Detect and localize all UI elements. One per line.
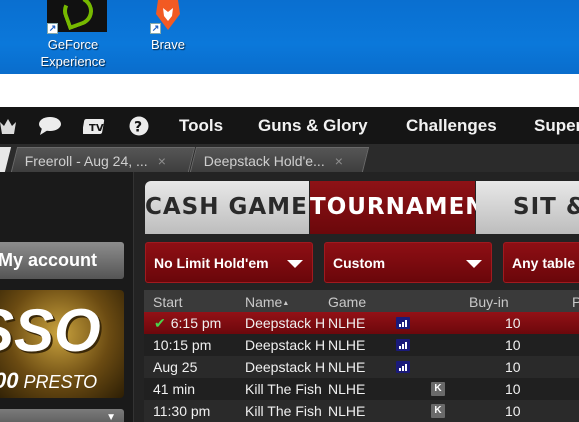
sidebar-dropdown[interactable]: ▼ <box>0 409 124 422</box>
menu-challenges[interactable]: Challenges <box>406 116 497 136</box>
row-buyin: 10 <box>505 403 521 419</box>
row-game: NLHE <box>328 315 366 331</box>
sidebar: My account SSO 00 PRESTO ▼ <box>0 172 134 422</box>
promo-headline: SSO <box>0 297 101 364</box>
chevron-down-icon: ▼ <box>106 412 116 422</box>
game-type-dropdown[interactable]: No Limit Hold'em <box>145 242 313 283</box>
svg-text:TV: TV <box>89 123 104 134</box>
row-buyin: 10 <box>505 381 521 397</box>
geforce-experience-shortcut[interactable]: ↗ GeForce Experience <box>34 0 112 71</box>
column-game[interactable]: Game <box>328 294 366 310</box>
row-buyin: 10 <box>505 315 521 331</box>
dropdown-value: Any table <box>512 255 576 271</box>
column-name[interactable]: Name▲ <box>245 294 289 310</box>
chevron-down-icon <box>466 260 482 268</box>
row-name: Deepstack H <box>245 359 326 375</box>
tab-title: Deepstack Hold'e... <box>203 152 325 169</box>
table-row[interactable]: 11:30 pm Kill The Fish NLHE K 10 <box>144 400 579 422</box>
row-start: 11:30 pm <box>153 403 211 419</box>
column-buyin[interactable]: Buy-in <box>469 294 509 310</box>
checkmark-icon: ✔ <box>154 315 166 331</box>
row-start: 10:15 pm <box>153 337 212 353</box>
tv-icon[interactable]: TV <box>82 116 107 141</box>
table-header: Start Name▲ Game Buy-in P <box>144 290 579 312</box>
brave-icon: ↗ <box>150 0 186 34</box>
table-row[interactable]: ✔ 6:15 pm Deepstack H NLHE 10 <box>144 312 579 334</box>
row-name: Deepstack H <box>245 315 326 331</box>
tab-deepstack[interactable]: Deepstack Hold'e... × <box>189 147 370 172</box>
table-row[interactable]: 10:15 pm Deepstack H NLHE 10 <box>144 334 579 356</box>
tab-bar: Freeroll - Aug 24, ... × Deepstack Hold'… <box>0 144 579 172</box>
row-name: Kill The Fish <box>245 403 322 419</box>
promo-number: 00 <box>0 368 19 393</box>
promo-word: PRESTO <box>23 372 98 392</box>
row-buyin: 10 <box>505 337 521 353</box>
row-start: ✔ 6:15 pm <box>154 315 222 331</box>
crown-icon[interactable] <box>0 116 16 141</box>
shortcut-arrow-icon: ↗ <box>150 23 161 34</box>
dropdown-value: Custom <box>333 255 386 271</box>
tab-sit-and-go[interactable]: SIT & G <box>476 181 579 234</box>
menu-guns-and-glory[interactable]: Guns & Glory <box>258 116 368 136</box>
lobby-panel: CASH GAMES TOURNAMENTS SIT & G No Limit … <box>134 172 579 422</box>
chevron-down-icon <box>287 260 303 268</box>
close-icon[interactable]: × <box>158 153 166 169</box>
signal-bars-icon <box>396 361 410 373</box>
poker-client-window: TV ? Tools Guns & Glory Challenges Super… <box>0 107 579 422</box>
tab-title: Freeroll - Aug 24, ... <box>24 152 148 169</box>
close-icon[interactable]: × <box>335 153 343 169</box>
buyin-dropdown[interactable]: Custom <box>324 242 492 283</box>
row-game: NLHE <box>328 403 366 419</box>
signal-bars-icon <box>396 317 410 329</box>
menu-bar: TV ? Tools Guns & Glory Challenges Super <box>0 107 579 144</box>
lobby-tab[interactable] <box>0 147 12 172</box>
promo-subline: 00 PRESTO <box>0 368 124 394</box>
menu-super[interactable]: Super <box>534 116 579 136</box>
tab-tournaments[interactable]: TOURNAMENTS <box>310 181 519 234</box>
menu-tools[interactable]: Tools <box>179 116 223 136</box>
column-start[interactable]: Start <box>153 294 183 310</box>
promo-banner[interactable]: SSO 00 PRESTO <box>0 290 124 398</box>
row-start: 41 min <box>153 381 196 397</box>
main-content: My account SSO 00 PRESTO ▼ CASH GAMES TO… <box>0 172 579 422</box>
table-row[interactable]: 41 min Kill The Fish NLHE K 10 <box>144 378 579 400</box>
desktop-background: ↗ GeForce Experience ↗ Brave <box>0 0 579 74</box>
desktop-icon-label: Experience <box>40 54 106 69</box>
my-account-button[interactable]: My account <box>0 242 124 279</box>
row-name: Deepstack H <box>245 337 326 353</box>
svg-text:?: ? <box>134 120 142 136</box>
shortcut-arrow-icon: ↗ <box>47 23 58 34</box>
row-game: NLHE <box>328 337 366 353</box>
tab-freeroll[interactable]: Freeroll - Aug 24, ... × <box>10 147 196 172</box>
table-size-dropdown[interactable]: Any table <box>503 242 579 283</box>
row-start: Aug 25 <box>153 359 198 375</box>
desktop-icon-label: Brave <box>151 37 185 52</box>
column-players[interactable]: P <box>572 294 579 310</box>
knockout-badge-icon: K <box>431 382 445 396</box>
chat-icon[interactable] <box>38 116 62 141</box>
signal-bars-icon <box>396 339 410 351</box>
brave-shortcut[interactable]: ↗ Brave <box>138 0 198 54</box>
help-icon[interactable]: ? <box>129 116 149 141</box>
row-game: NLHE <box>328 359 366 375</box>
tab-cash-games[interactable]: CASH GAMES <box>145 181 324 234</box>
dropdown-value: No Limit Hold'em <box>154 255 269 271</box>
row-name: Kill The Fish <box>245 381 322 397</box>
tournament-table: Start Name▲ Game Buy-in P ✔ 6:15 pm Deeps… <box>144 290 579 422</box>
table-row[interactable]: Aug 25 Deepstack H NLHE 10 <box>144 356 579 378</box>
row-buyin: 10 <box>505 359 521 375</box>
geforce-experience-icon: ↗ <box>47 0 107 34</box>
sort-ascending-icon: ▲ <box>282 300 290 307</box>
knockout-badge-icon: K <box>431 404 445 418</box>
row-game: NLHE <box>328 381 366 397</box>
